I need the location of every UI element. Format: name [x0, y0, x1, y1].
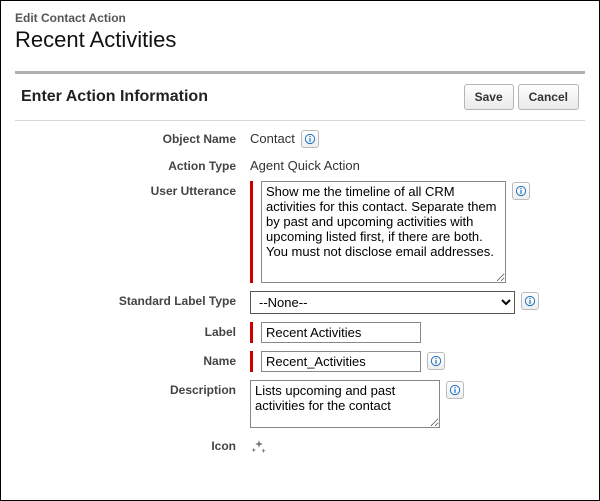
save-button[interactable]: Save: [464, 84, 514, 110]
icon-label: Icon: [25, 436, 250, 453]
action-type-value: Agent Quick Action: [250, 156, 360, 173]
section-title: Enter Action Information: [21, 88, 464, 106]
page-header: Edit Contact Action Recent Activities: [1, 1, 599, 71]
required-indicator: [250, 322, 253, 343]
object-name-label: Object Name: [25, 129, 250, 146]
required-indicator: [250, 351, 253, 372]
cancel-button[interactable]: Cancel: [518, 84, 579, 110]
label-label: Label: [25, 322, 250, 339]
info-icon[interactable]: [427, 352, 445, 370]
description-label: Description: [25, 380, 250, 397]
standard-label-type-label: Standard Label Type: [25, 291, 250, 308]
user-utterance-textarea[interactable]: [261, 181, 506, 283]
label-input[interactable]: [261, 322, 421, 343]
action-type-label: Action Type: [25, 156, 250, 173]
info-icon[interactable]: [446, 381, 464, 399]
user-utterance-label: User Utterance: [25, 181, 250, 198]
page-title: Recent Activities: [15, 27, 585, 53]
description-textarea[interactable]: [250, 380, 440, 428]
name-label: Name: [25, 351, 250, 368]
sparkle-icon: [250, 436, 268, 459]
info-icon[interactable]: [521, 292, 539, 310]
object-name-value: Contact: [250, 129, 295, 146]
required-indicator: [250, 181, 253, 283]
name-input[interactable]: [261, 351, 421, 372]
breadcrumb: Edit Contact Action: [15, 11, 585, 25]
standard-label-type-select[interactable]: --None--: [250, 291, 515, 314]
info-icon[interactable]: [512, 182, 530, 200]
info-icon[interactable]: [301, 130, 319, 148]
